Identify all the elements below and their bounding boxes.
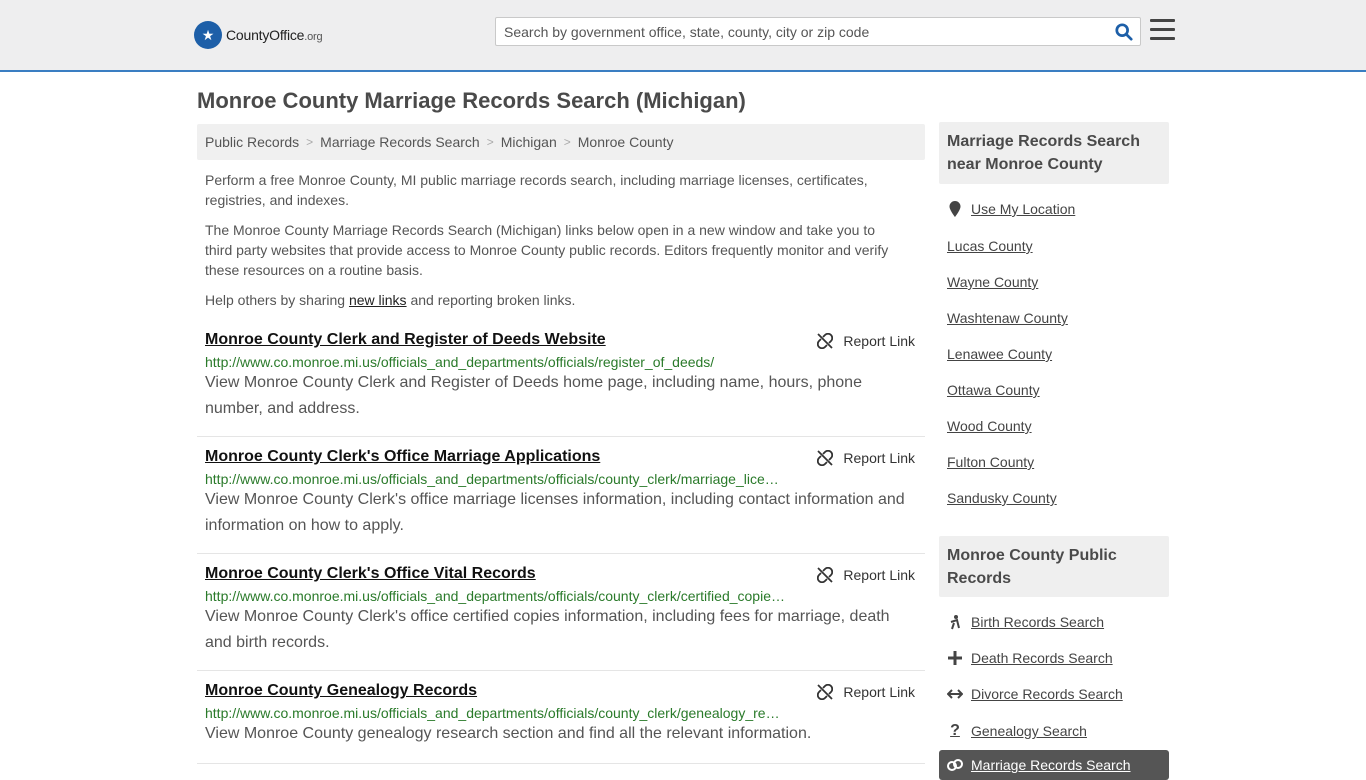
near-county-link[interactable]: Ottawa County bbox=[947, 382, 1040, 398]
breadcrumb-separator: > bbox=[306, 135, 314, 149]
result-item: Monroe County Genealogy Records Report L… bbox=[197, 682, 925, 764]
result-description: View Monroe County Clerk and Register of… bbox=[205, 374, 862, 417]
broken-link-icon bbox=[817, 333, 834, 349]
result-title-link[interactable]: Monroe County Clerk's Office Marriage Ap… bbox=[205, 448, 600, 466]
use-my-location-link[interactable]: Use My Location bbox=[947, 201, 1075, 217]
result-title-link[interactable]: Monroe County Clerk's Office Vital Recor… bbox=[205, 565, 536, 583]
result-url: http://www.co.monroe.mi.us/officials_and… bbox=[205, 354, 715, 370]
result-title-link[interactable]: Monroe County Clerk and Register of Deed… bbox=[205, 331, 606, 349]
intro-paragraph-2: The Monroe County Marriage Records Searc… bbox=[205, 222, 889, 278]
divorce-records-link[interactable]: Divorce Records Search bbox=[947, 686, 1123, 702]
report-link-button[interactable]: Report Link bbox=[817, 450, 915, 466]
near-county-link[interactable]: Lenawee County bbox=[947, 346, 1052, 362]
result-url: http://www.co.monroe.mi.us/officials_and… bbox=[205, 705, 785, 721]
arrows-icon bbox=[947, 688, 963, 700]
broken-link-icon bbox=[817, 567, 834, 583]
search-input[interactable] bbox=[496, 18, 1096, 45]
breadcrumb-separator: > bbox=[486, 135, 494, 149]
result-item: Monroe County Clerk's Office Vital Recor… bbox=[197, 565, 925, 671]
search-icon[interactable] bbox=[1115, 23, 1133, 41]
page-title: Monroe County Marriage Records Search (M… bbox=[197, 88, 746, 113]
hamburger-menu-icon[interactable] bbox=[1150, 19, 1175, 42]
breadcrumb: Public Records > Marriage Records Search… bbox=[197, 124, 925, 160]
breadcrumb-marriage-records[interactable]: Marriage Records Search bbox=[320, 134, 480, 150]
near-county-link[interactable]: Wood County bbox=[947, 418, 1032, 434]
result-item: Monroe County Clerk's Office Marriage Ap… bbox=[197, 448, 925, 554]
site-header: ★ CountyOffice.org bbox=[0, 0, 1366, 72]
near-county-link[interactable]: Sandusky County bbox=[947, 490, 1057, 506]
logo-emblem-icon: ★ bbox=[194, 21, 222, 49]
breadcrumb-public-records[interactable]: Public Records bbox=[205, 134, 299, 150]
result-description: View Monroe County genealogy research se… bbox=[205, 725, 812, 742]
plus-icon bbox=[947, 651, 963, 665]
result-title-link[interactable]: Monroe County Genealogy Records bbox=[205, 682, 477, 700]
result-description: View Monroe County Clerk's office certif… bbox=[205, 608, 890, 651]
breadcrumb-monroe-county[interactable]: Monroe County bbox=[578, 134, 674, 150]
near-county-link[interactable]: Lucas County bbox=[947, 238, 1033, 254]
result-description: View Monroe County Clerk's office marria… bbox=[205, 491, 905, 534]
result-url: http://www.co.monroe.mi.us/officials_and… bbox=[205, 471, 785, 487]
near-county-link[interactable]: Fulton County bbox=[947, 454, 1034, 470]
report-link-button[interactable]: Report Link bbox=[817, 684, 915, 700]
result-url: http://www.co.monroe.mi.us/officials_and… bbox=[205, 588, 785, 604]
question-icon: ? bbox=[950, 722, 960, 739]
search-box bbox=[495, 17, 1141, 46]
sidebar-near-heading: Marriage Records Search near Monroe Coun… bbox=[939, 122, 1169, 184]
broken-link-icon bbox=[817, 684, 834, 700]
near-county-link[interactable]: Wayne County bbox=[947, 274, 1038, 290]
new-links-link[interactable]: new links bbox=[349, 292, 407, 308]
birth-records-link[interactable]: Birth Records Search bbox=[947, 614, 1104, 630]
genealogy-search-link[interactable]: ? Genealogy Search bbox=[947, 722, 1087, 740]
site-logo[interactable]: ★ CountyOffice.org bbox=[194, 20, 323, 50]
birth-icon bbox=[947, 614, 963, 630]
intro-paragraph-1: Perform a free Monroe County, MI public … bbox=[205, 172, 868, 208]
result-item: Monroe County Clerk and Register of Deed… bbox=[197, 331, 925, 437]
intro-paragraph-3: Help others by sharing new links and rep… bbox=[205, 292, 576, 308]
report-link-button[interactable]: Report Link bbox=[817, 333, 915, 349]
near-county-link[interactable]: Washtenaw County bbox=[947, 310, 1068, 326]
sidebar-public-records-heading: Monroe County Public Records bbox=[939, 536, 1169, 597]
rings-icon bbox=[947, 758, 963, 772]
breadcrumb-separator: > bbox=[563, 135, 571, 149]
report-link-button[interactable]: Report Link bbox=[817, 567, 915, 583]
breadcrumb-michigan[interactable]: Michigan bbox=[501, 134, 557, 150]
map-pin-icon bbox=[947, 201, 963, 217]
broken-link-icon bbox=[817, 450, 834, 466]
sidebar-active-marriage-records[interactable]: Marriage Records Search bbox=[939, 750, 1169, 780]
logo-text: CountyOffice.org bbox=[226, 27, 323, 43]
death-records-link[interactable]: Death Records Search bbox=[947, 650, 1113, 666]
